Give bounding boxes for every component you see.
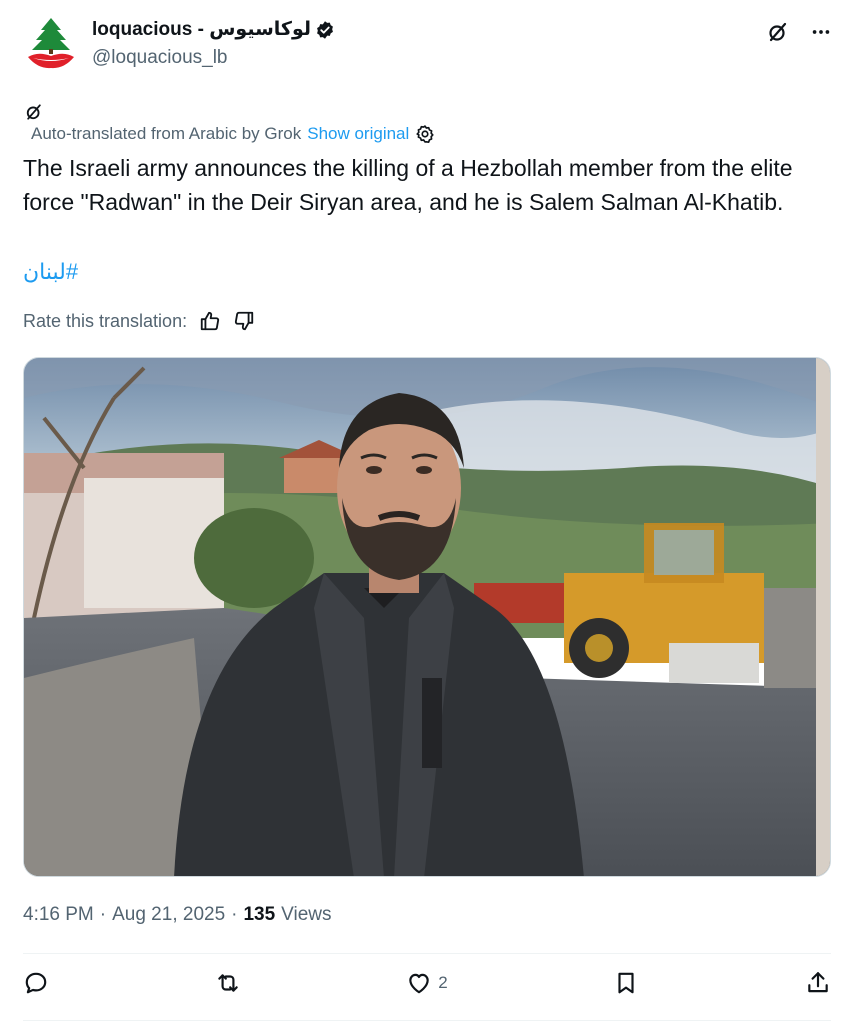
thumbs-up-icon[interactable] [199, 310, 221, 332]
tweet-meta: 4:16 PM · Aug 21, 2025 · 135 Views [23, 904, 332, 926]
verified-badge-icon [315, 20, 335, 40]
grok-icon[interactable] [766, 20, 790, 44]
thumbs-down-icon[interactable] [233, 310, 255, 332]
translation-label: Auto-translated from Arabic by Grok [31, 124, 302, 143]
rate-translation: Rate this translation: [23, 310, 255, 332]
like-button[interactable]: 2 [406, 970, 448, 996]
reply-button[interactable] [23, 970, 49, 996]
share-icon [808, 972, 828, 993]
header-actions [766, 20, 832, 44]
author-name-row[interactable]: loquacious - لوكاسيوس [92, 18, 335, 41]
views-label: Views [281, 904, 332, 925]
gear-icon[interactable] [415, 124, 435, 144]
avatar[interactable] [24, 16, 78, 70]
rate-translation-label: Rate this translation: [23, 310, 188, 331]
action-bar: 2 [23, 970, 831, 996]
more-icon[interactable] [810, 21, 832, 43]
photo-illustration [24, 358, 830, 876]
views-count: 135 [243, 904, 276, 925]
meta-separator: · [99, 904, 107, 925]
hashtag-link[interactable]: #لبنان [23, 259, 78, 285]
bookmark-button[interactable] [613, 970, 639, 996]
divider [23, 1020, 831, 1021]
author-handle[interactable]: @loquacious_lb [92, 47, 228, 69]
tweet-time[interactable]: 4:16 PM [23, 904, 94, 926]
meta-separator: · [231, 904, 238, 925]
like-count: 2 [438, 973, 448, 992]
tweet-photo[interactable] [23, 357, 831, 877]
translation-attribution: Auto-translated from Arabic by Grok Show… [31, 124, 435, 144]
bookmark-icon [618, 972, 634, 994]
tweet-text: The Israeli army announces the killing o… [23, 155, 793, 215]
tweet-date[interactable]: Aug 21, 2025 [112, 904, 225, 926]
repost-icon [217, 974, 238, 992]
repost-button[interactable] [215, 970, 241, 996]
divider [23, 953, 831, 954]
reply-icon [25, 972, 47, 994]
author-display-name[interactable]: loquacious - لوكاسيوس [92, 18, 311, 41]
show-original-link[interactable]: Show original [307, 124, 409, 144]
heart-icon [409, 973, 429, 994]
lebanese-cedar-logo [28, 18, 74, 69]
share-button[interactable] [805, 970, 831, 996]
